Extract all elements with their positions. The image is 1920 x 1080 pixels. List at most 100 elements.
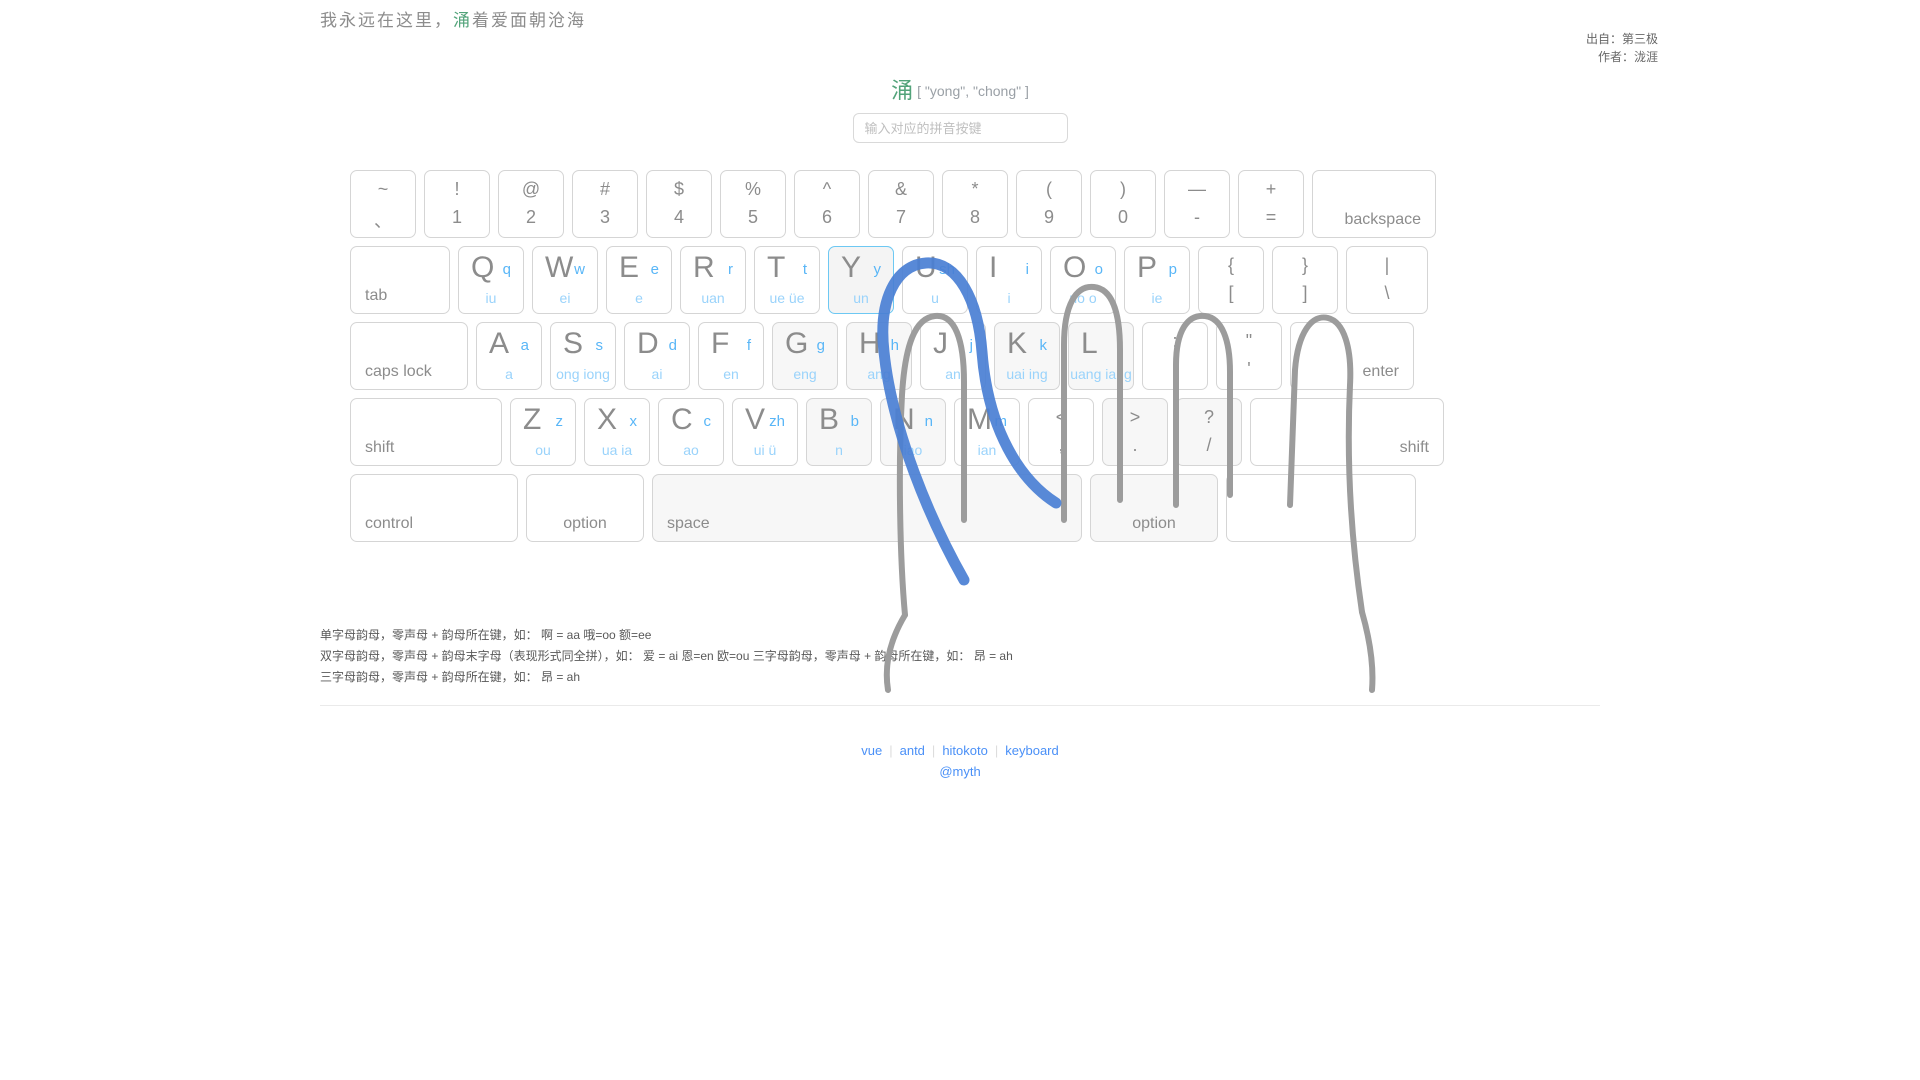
hitokoto-prefix: 我永远在这里， — [320, 11, 453, 30]
key-label: space — [667, 515, 710, 532]
key-7[interactable]: & 7 — [868, 170, 934, 238]
key-h[interactable]: Hh ang — [846, 322, 912, 390]
key-final: ue üe — [769, 290, 805, 306]
key-quote[interactable]: " ' — [1216, 322, 1282, 390]
key-initial: s — [595, 337, 604, 354]
footer: vue | antd | hitokoto | keyboard @myth — [0, 740, 1920, 782]
keyboard-row: tab Qq iu Ww ei Ee e Rr uan Tt ue üe Yy un Ush u Ii i Oo u… — [350, 246, 1576, 314]
key-label: option — [563, 515, 607, 532]
key-initial: c — [703, 413, 712, 430]
virtual-keyboard[interactable]: ~、! 1 @2 #3 $4% 5 ^ 6 & 7 * 8(9) 0— - + = backspace tab Qq… — [350, 170, 1576, 550]
key-initial: p — [1168, 261, 1177, 278]
key-i[interactable]: Iii — [976, 246, 1042, 314]
footer-link-author[interactable]: @myth — [939, 764, 980, 779]
key-2[interactable]: @2 — [498, 170, 564, 238]
key-option-left[interactable]: option — [526, 474, 644, 542]
key-letter: B — [819, 403, 840, 436]
key-semicolon[interactable]: :; — [1142, 322, 1208, 390]
key-initial: j — [969, 337, 973, 354]
key-minus[interactable]: — - — [1164, 170, 1230, 238]
key-label: shift — [365, 439, 395, 456]
footer-separator: | — [889, 743, 893, 758]
key-n[interactable]: Nn iao — [880, 398, 946, 466]
key-9[interactable]: (9 — [1016, 170, 1082, 238]
key-control[interactable]: control — [350, 474, 518, 542]
key-letter: N — [893, 403, 915, 436]
key-y[interactable]: Yy un — [828, 246, 894, 314]
key-v[interactable]: Vzh ui ü — [732, 398, 798, 466]
key-symbol-top: & — [894, 179, 907, 199]
key-symbol-top: ) — [1120, 179, 1126, 199]
key-c[interactable]: Cc ao — [658, 398, 724, 466]
key-4[interactable]: $4 — [646, 170, 712, 238]
hitokoto-suffix: 着爱面朝沧海 — [472, 11, 586, 30]
key-option-right[interactable]: option — [1090, 474, 1218, 542]
key-u[interactable]: Ush u — [902, 246, 968, 314]
key-final: a — [505, 366, 513, 382]
key-0[interactable]: ) 0 — [1090, 170, 1156, 238]
key-letter: T — [767, 251, 786, 284]
key-w[interactable]: Ww ei — [532, 246, 598, 314]
key-bracket-right[interactable]: }] — [1272, 246, 1338, 314]
key-bracket-left[interactable]: {[ — [1198, 246, 1264, 314]
key-a[interactable]: Aaa — [476, 322, 542, 390]
key-s[interactable]: Ss ong iong — [550, 322, 616, 390]
key-backspace[interactable]: backspace — [1312, 170, 1436, 238]
key-backtick[interactable]: ~、 — [350, 170, 416, 238]
key-backslash[interactable]: | \ — [1346, 246, 1428, 314]
key-z[interactable]: Zz ou — [510, 398, 576, 466]
key-label: option — [1132, 515, 1176, 532]
key-k[interactable]: Kk uai ing — [994, 322, 1060, 390]
key-l[interactable]: Ll uang iang — [1068, 322, 1134, 390]
key-initial: sh — [939, 261, 955, 278]
key-shift-right[interactable]: shift — [1250, 398, 1444, 466]
key-shift-left[interactable]: shift — [350, 398, 502, 466]
footer-link-hitokoto[interactable]: hitokoto — [942, 743, 988, 758]
target-character: 涌 — [891, 78, 914, 103]
key-letter: F — [711, 327, 730, 360]
key-x[interactable]: Xx ua ia — [584, 398, 650, 466]
key-6[interactable]: ^ 6 — [794, 170, 860, 238]
key-5[interactable]: % 5 — [720, 170, 786, 238]
key-o[interactable]: Oo uo o — [1050, 246, 1116, 314]
key-j[interactable]: Jj an — [920, 322, 986, 390]
note-line: 双字母韵母，零声母 + 韵母末字母（表现形式同全拼），如： 爱 = ai 恩=e… — [320, 649, 1013, 663]
page-root: 我永远在这里，涌着爱面朝沧海 出自：第三极 作者：泷涯 涌[ "yong", "… — [0, 0, 1920, 1080]
key-final: iao — [903, 442, 923, 458]
key-q[interactable]: Qq iu — [458, 246, 524, 314]
key-m[interactable]: Mm ian — [954, 398, 1020, 466]
key-letter: I — [989, 251, 998, 284]
footer-link-vue[interactable]: vue — [861, 743, 882, 758]
key-p[interactable]: Pp ie — [1124, 246, 1190, 314]
key-symbol-bottom: / — [1206, 435, 1212, 455]
key-d[interactable]: Dd ai — [624, 322, 690, 390]
key-r[interactable]: Rr uan — [680, 246, 746, 314]
footer-link-antd[interactable]: antd — [900, 743, 925, 758]
key-1[interactable]: ! 1 — [424, 170, 490, 238]
key-initial: g — [816, 337, 825, 354]
key-comma[interactable]: <, — [1028, 398, 1094, 466]
key-3[interactable]: #3 — [572, 170, 638, 238]
key-space[interactable]: space — [652, 474, 1082, 542]
key-control-right[interactable] — [1226, 474, 1416, 542]
key-initial: o — [1094, 261, 1103, 278]
key-symbol-bottom: [ — [1228, 283, 1234, 303]
key-final: uang iang — [1070, 366, 1132, 382]
key-equal[interactable]: + = — [1238, 170, 1304, 238]
key-period[interactable]: >. — [1102, 398, 1168, 466]
pinyin-input[interactable] — [852, 113, 1068, 143]
key-final: en — [723, 366, 739, 382]
key-b[interactable]: Bbn — [806, 398, 872, 466]
key-caps-lock[interactable]: caps lock — [350, 322, 468, 390]
key-initial: n — [924, 413, 933, 430]
key-8[interactable]: * 8 — [942, 170, 1008, 238]
key-enter[interactable]: enter — [1290, 322, 1414, 390]
key-symbol-bottom: 7 — [895, 207, 906, 227]
key-f[interactable]: Ff en — [698, 322, 764, 390]
key-e[interactable]: Eee — [606, 246, 672, 314]
key-t[interactable]: Tt ue üe — [754, 246, 820, 314]
footer-link-keyboard[interactable]: keyboard — [1005, 743, 1058, 758]
key-tab[interactable]: tab — [350, 246, 450, 314]
key-slash[interactable]: ? / — [1176, 398, 1242, 466]
key-g[interactable]: Gg eng — [772, 322, 838, 390]
